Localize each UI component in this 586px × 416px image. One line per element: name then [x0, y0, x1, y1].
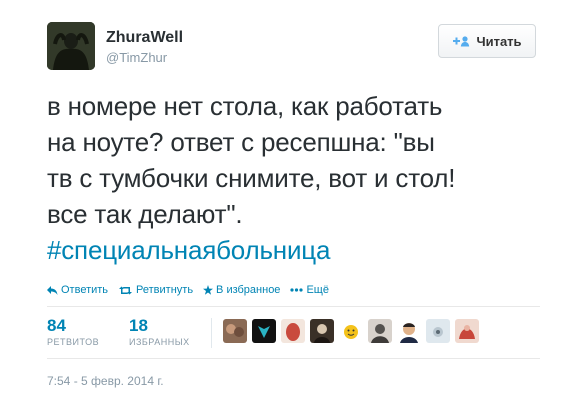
favoriter-avatar[interactable] [426, 319, 450, 343]
reply-icon [47, 285, 58, 295]
favorite-button[interactable]: В избранное [203, 284, 280, 296]
tweet-text-line: в номере нет стола, как работать [47, 91, 443, 121]
tweet-text: в номере нет стола, как работать на ноут… [47, 88, 547, 268]
reply-button[interactable]: Ответить [47, 284, 108, 296]
more-button[interactable]: Ещё [290, 284, 329, 296]
user-avatar[interactable] [47, 22, 95, 70]
follow-button-label: Читать [476, 33, 522, 49]
tweet-text-line: тв с тумбочки снимите, вот и стол! [47, 163, 456, 193]
user-fullname[interactable]: ZhuraWell [106, 29, 183, 47]
divider [47, 358, 540, 359]
stats-separator [211, 318, 212, 348]
follow-button[interactable]: Читать [438, 24, 536, 58]
hashtag-link[interactable]: #специальнаябольница [47, 232, 547, 268]
tweet-text-line: на ноуте? ответ с ресепшна: "вы [47, 127, 435, 157]
more-dots-icon [290, 288, 304, 292]
retweet-icon [118, 286, 133, 295]
favoriter-avatar[interactable] [339, 319, 363, 343]
favorite-count-label: ИЗБРАННЫХ [129, 337, 190, 347]
retweet-label: Ретвитнуть [136, 284, 194, 296]
favoriter-avatar[interactable] [368, 319, 392, 343]
favoriter-avatar[interactable] [455, 319, 479, 343]
retweet-count: 84 [47, 316, 66, 335]
favoriter-avatar[interactable] [252, 319, 276, 343]
divider [47, 306, 540, 307]
favorite-label: В избранное [216, 284, 281, 296]
tweet-text-line: все так делают". [47, 199, 243, 229]
tweet-timestamp[interactable]: 7:54 - 5 февр. 2014 г. [47, 374, 164, 388]
retweet-button[interactable]: Ретвитнуть [118, 284, 193, 296]
favoriter-avatar[interactable] [223, 319, 247, 343]
star-icon [203, 285, 214, 295]
favoriter-avatar[interactable] [281, 319, 305, 343]
retweet-count-label: РЕТВИТОВ [47, 337, 100, 347]
favoriter-avatar[interactable] [397, 319, 421, 343]
favorite-stat[interactable]: 18 ИЗБРАННЫХ [129, 316, 190, 347]
retweet-stat[interactable]: 84 РЕТВИТОВ [47, 316, 99, 347]
favoriter-avatar[interactable] [310, 319, 334, 343]
favoriters-list [223, 319, 484, 343]
user-screenname[interactable]: @TimZhur [106, 50, 167, 65]
tweet-card: ZhuraWell @TimZhur Читать в номере нет с… [0, 0, 586, 416]
reply-label: Ответить [61, 284, 109, 296]
favorite-count: 18 [129, 316, 148, 335]
follow-plus-icon [452, 35, 470, 47]
more-label: Ещё [306, 284, 329, 296]
tweet-actions: Ответить Ретвитнуть В избранное Ещё [47, 284, 339, 296]
